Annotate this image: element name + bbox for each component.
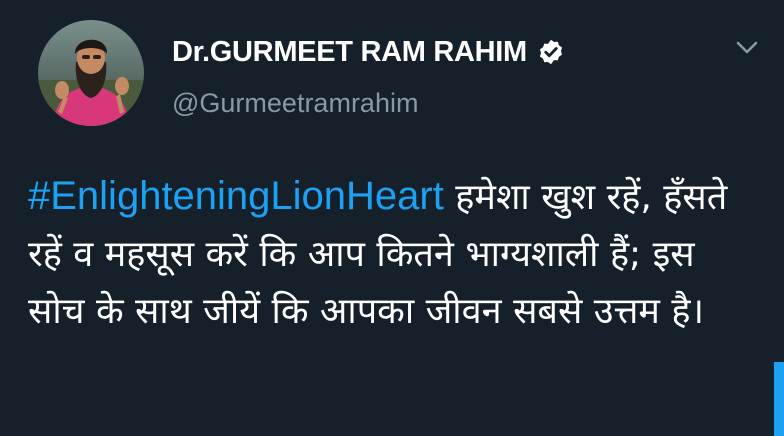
avatar-image	[38, 20, 144, 126]
edge-accent-bar	[774, 362, 784, 436]
author-handle[interactable]: @Gurmeetramrahim	[172, 88, 418, 119]
tweet-body: #EnlighteningLionHeart हमेशा खुश रहें, ह…	[28, 168, 758, 340]
verified-badge-icon	[537, 38, 565, 66]
tweet-card: Dr.GURMEET RAM RAHIM @Gurmeetramrahim #E…	[0, 0, 784, 436]
avatar[interactable]	[38, 20, 144, 126]
chevron-down-icon[interactable]	[734, 38, 760, 58]
hashtag-link[interactable]: #EnlighteningLionHeart	[28, 174, 444, 218]
author-name-row: Dr.GURMEET RAM RAHIM	[172, 30, 565, 74]
author-display-name[interactable]: Dr.GURMEET RAM RAHIM	[172, 36, 527, 69]
